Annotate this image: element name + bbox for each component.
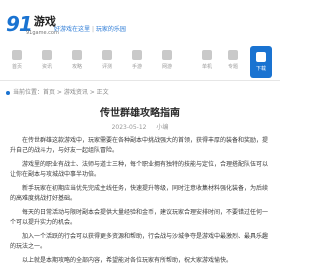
- article-paragraph: 以上就是本期攻略的全部内容，希望能对各位玩家有所帮助，祝大家游戏愉快。: [22, 257, 233, 264]
- phone-icon: [132, 50, 142, 60]
- nav-item[interactable]: 专题: [222, 48, 244, 78]
- guide-icon: [72, 50, 82, 60]
- nav-item[interactable]: 攻略: [66, 48, 88, 78]
- nav-item[interactable]: 单机: [196, 48, 218, 78]
- nav-item-label: 资讯: [41, 64, 52, 70]
- nav-item[interactable]: 资讯: [36, 48, 58, 78]
- nav-item-label: 攻略: [71, 64, 82, 70]
- article-date: 2023-05-12: [111, 124, 147, 131]
- globe-icon: [162, 50, 172, 60]
- nav-bar: 首页 资讯 攻略 评测 手游 网游 单机 专题 下载: [0, 44, 280, 81]
- article-paragraph: 加入一个活跃的行会可以获得更多资源和帮助，行会战与沙城争夺是游戏中最激烈、最具乐…: [10, 233, 269, 250]
- review-icon: [102, 50, 112, 60]
- article-paragraph: 游戏里的职业有战士、法师与道士三种，每个职业拥有独特的技能与定位，合理搭配队伍可…: [10, 161, 269, 178]
- article-author: 小编: [156, 124, 169, 131]
- news-icon: [42, 50, 52, 60]
- logo-suffix: 游戏: [33, 15, 56, 28]
- nav-item-label: 手游: [131, 64, 142, 70]
- nav-item-label: 下载: [255, 66, 266, 72]
- nav-item[interactable]: 首页: [6, 48, 28, 78]
- nav-item-label: 网游: [161, 64, 172, 70]
- home-icon: [12, 50, 22, 60]
- slogan-right: 玩家的乐园: [95, 26, 126, 33]
- site-slogan: 好游戏在这里 | 玩家的乐园: [54, 26, 126, 33]
- article-title: 传世群雄攻略指南: [100, 108, 180, 119]
- article-paragraph: 在传世群雄这款游戏中，玩家需要在各种副本中挑战强大的首领，获得丰厚的装备和奖励，…: [10, 137, 269, 154]
- article-body: 在传世群雄这款游戏中，玩家需要在各种副本中挑战强大的首领，获得丰厚的装备和奖励，…: [10, 136, 272, 270]
- nav-item[interactable]: 手游: [126, 48, 148, 78]
- nav-item-label: 专题: [227, 64, 238, 70]
- download-icon: [256, 52, 266, 62]
- breadcrumb-text[interactable]: 当前位置：首页 > 游戏资讯 > 正文: [13, 89, 109, 96]
- nav-item[interactable]: 网游: [156, 48, 178, 78]
- site-header: 91 游戏 91game.com 好游戏在这里 | 玩家的乐园: [0, 0, 280, 40]
- disc-icon: [202, 50, 212, 60]
- nav-item[interactable]: 下载: [250, 46, 272, 78]
- article-paragraph: 新手玩家在初期应当优先完成主线任务，快速提升等级，同时注意收集材料强化装备，为后…: [10, 185, 269, 202]
- article-paragraph: 每天的日常活动与限时副本会提供大量经验和金币，建议玩家合理安排时间，不要错过任何…: [10, 209, 269, 226]
- nav-item-label: 评测: [101, 64, 112, 70]
- nav-item[interactable]: 评测: [96, 48, 118, 78]
- site-logo[interactable]: 91 游戏 91game.com: [6, 10, 59, 36]
- nav-item-label: 单机: [201, 64, 212, 70]
- nav-item-label: 首页: [11, 64, 22, 70]
- article-meta: 2023-05-12 小编: [0, 122, 280, 131]
- topic-icon: [228, 50, 238, 60]
- slogan-left: 好游戏在这里: [54, 26, 91, 33]
- breadcrumb: 当前位置：首页 > 游戏资讯 > 正文: [6, 87, 109, 96]
- location-dot-icon: [6, 90, 10, 95]
